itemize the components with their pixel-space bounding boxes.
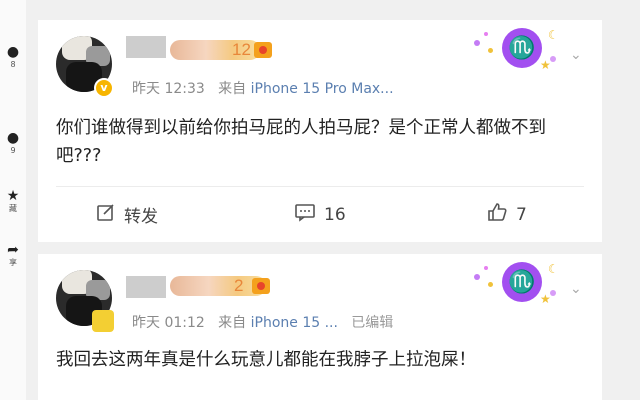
rail-item-share[interactable]: ➦ 享 xyxy=(0,242,26,268)
share-button[interactable]: 转发 xyxy=(96,202,158,227)
rail-label-collect: 藏 xyxy=(9,204,17,213)
thumbs-up-icon xyxy=(486,202,508,227)
vip-badge-icon xyxy=(92,310,114,332)
zodiac-glyph: ♏ xyxy=(502,28,542,68)
comment-text: 你们谁做得到以前给你拍马屁的人拍马屁？是个正常人都做不到吧??? xyxy=(56,118,546,166)
post-time: 昨天 01:12 xyxy=(132,315,205,331)
username-suffix[interactable]: 12 xyxy=(232,40,251,60)
like-count: 7 xyxy=(516,204,527,225)
vip-crown-icon xyxy=(254,42,272,58)
post-meta: 昨天 12:33 来自 iPhone 15 Pro Max... xyxy=(132,78,394,98)
comment-text: 我回去这两年真是什么玩意儿都能在我脖子上拉泡屎！ xyxy=(56,350,476,370)
share-edit-icon xyxy=(96,202,116,227)
post-meta: 昨天 01:12 来自 iPhone 15 ... 已编辑 xyxy=(132,312,393,332)
bubble-icon: ● xyxy=(6,44,20,60)
comment-icon xyxy=(294,202,316,227)
chevron-down-icon[interactable]: ⌄ xyxy=(570,48,584,62)
divider xyxy=(56,186,584,187)
zodiac-glyph: ♏ xyxy=(502,262,542,302)
vip-crown-icon xyxy=(252,278,270,294)
star-icon: ★ xyxy=(6,188,20,204)
edited-label[interactable]: 已编辑 xyxy=(351,315,393,331)
rail-count-2: 9 xyxy=(10,146,16,155)
rail-count-1: 8 xyxy=(10,60,16,69)
device-source[interactable]: iPhone 15 Pro Max... xyxy=(251,81,394,97)
post-time: 昨天 12:33 xyxy=(132,81,205,97)
username-blur xyxy=(126,36,166,58)
source-prefix: 来自 xyxy=(218,81,247,97)
like-button[interactable]: 7 xyxy=(486,202,527,227)
share-label: 转发 xyxy=(124,207,158,227)
username-blur xyxy=(126,276,166,298)
scorpio-zodiac-icon: ☾ ★ ♏ xyxy=(470,26,566,74)
comment-card: 2 昨天 01:12 来自 iPhone 15 ... 已编辑 ☾ ★ ♏ ⌄ … xyxy=(38,254,602,400)
comment-button[interactable]: 16 xyxy=(294,202,346,227)
rail-item-collect[interactable]: ★ 藏 xyxy=(0,188,26,214)
comment-count: 16 xyxy=(324,204,346,225)
rail-label-share: 享 xyxy=(9,258,17,267)
rail-item-1[interactable]: ● 8 xyxy=(0,44,26,70)
comment-card: v 12 昨天 12:33 来自 iPhone 15 Pro Max... ☾ … xyxy=(38,20,602,242)
verified-badge-icon: v xyxy=(94,78,114,98)
chevron-down-icon[interactable]: ⌄ xyxy=(570,282,584,296)
rail-item-2[interactable]: ● 9 xyxy=(0,130,26,156)
left-action-rail: ● 8 ● 9 ★ 藏 ➦ 享 xyxy=(0,0,26,400)
source-prefix: 来自 xyxy=(218,315,247,331)
scorpio-zodiac-icon: ☾ ★ ♏ xyxy=(470,260,566,308)
share-arrow-icon: ➦ xyxy=(7,242,19,258)
device-source[interactable]: iPhone 15 ... xyxy=(251,315,338,331)
bubble-icon: ● xyxy=(6,130,20,146)
username-suffix[interactable]: 2 xyxy=(234,276,243,296)
